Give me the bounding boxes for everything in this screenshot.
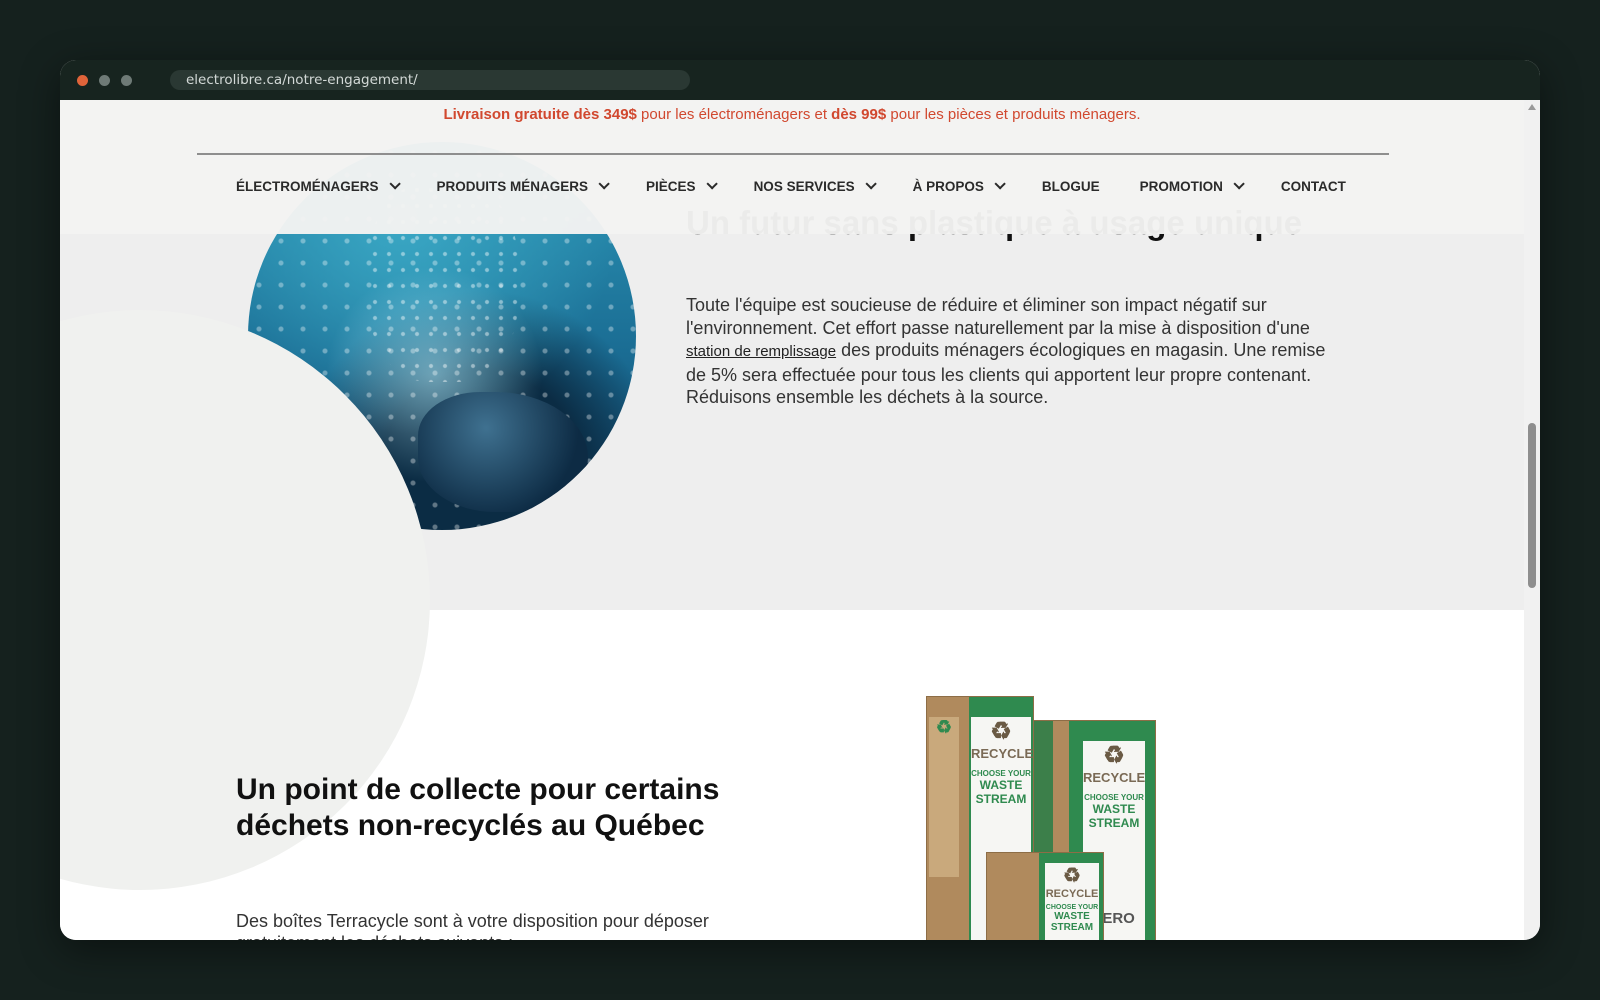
- box-side-panel: ♻: [929, 717, 959, 877]
- nav-item-produits-menagers[interactable]: PRODUITS MÉNAGERS: [436, 178, 610, 194]
- box-label-text: RECYCLE: [971, 746, 1034, 761]
- chevron-down-icon: [865, 178, 877, 190]
- vertical-scrollbar[interactable]: [1524, 100, 1540, 940]
- box-label-text: WASTE: [1092, 802, 1136, 816]
- chevron-down-icon: [598, 178, 610, 190]
- address-bar[interactable]: electrolibre.ca/notre-engagement/: [170, 70, 690, 90]
- chevron-down-icon: [388, 178, 401, 190]
- nav-item-label: À PROPOS: [912, 178, 984, 194]
- site-header: Livraison gratuite dès 349$ pour les éle…: [60, 100, 1524, 234]
- section-text-plastic: Toute l'équipe est soucieuse de réduire …: [686, 294, 1326, 409]
- recycle-box-small: ♻ RECYCLE CHOOSE YOUR WASTE STREAM: [986, 852, 1104, 940]
- recycle-icon: ♻: [935, 717, 953, 737]
- terracycle-boxes-image: ♻ RECYCLE CHOOSE YOUR WASTE STREAM ZERO …: [926, 696, 1186, 940]
- page-viewport: Un futur sans plastique à usage unique T…: [60, 100, 1524, 940]
- box-label-text: STREAM: [1088, 816, 1140, 830]
- promo-highlight: Livraison gratuite dès 349$: [443, 106, 637, 123]
- box-label-text: CHOOSE YOUR: [1084, 793, 1144, 802]
- text-part: Toute l'équipe est soucieuse de réduire …: [686, 295, 1310, 338]
- browser-chrome: electrolibre.ca/notre-engagement/: [60, 60, 1540, 100]
- nav-item-label: BLOGUE: [1041, 178, 1100, 194]
- chevron-down-icon: [706, 178, 718, 190]
- nav-item-label: NOS SERVICES: [753, 178, 855, 194]
- chevron-down-icon: [994, 178, 1006, 190]
- box-label-text: WASTE: [979, 778, 1023, 792]
- box-label-text: STREAM: [1050, 922, 1094, 933]
- box-label-text: CHOOSE YOUR: [971, 769, 1031, 778]
- shipping-promo-banner: Livraison gratuite dès 349$ pour les éle…: [60, 106, 1524, 123]
- nav-item-label: CONTACT: [1280, 178, 1346, 194]
- browser-window: electrolibre.ca/notre-engagement/ Un fut…: [60, 60, 1540, 940]
- box-label-text: CHOOSE YOUR: [1045, 904, 1099, 911]
- nav-item-label: PROMOTION: [1139, 178, 1223, 194]
- refill-station-link[interactable]: station de remplissage: [686, 343, 836, 360]
- box-label: ♻ RECYCLE CHOOSE YOUR WASTE STREAM: [1045, 863, 1099, 940]
- chevron-down-icon: [1233, 178, 1245, 190]
- scroll-up-arrow-icon[interactable]: [1528, 104, 1536, 110]
- minimize-window-button[interactable]: [99, 75, 110, 86]
- promo-text: pour les électroménagers et: [636, 106, 832, 123]
- nav-item-blogue[interactable]: BLOGUE: [1042, 179, 1100, 194]
- nav-item-contact[interactable]: CONTACT: [1281, 179, 1346, 194]
- nav-item-promotion[interactable]: PROMOTION: [1139, 178, 1245, 194]
- section-text-collection: Des boîtes Terracycle sont à votre dispo…: [236, 911, 709, 940]
- rock-graphic: [418, 392, 588, 512]
- nav-item-label: PRODUITS MÉNAGERS: [436, 178, 589, 194]
- promo-highlight: dès 99$: [831, 106, 887, 123]
- close-window-button[interactable]: [77, 75, 88, 86]
- nav-item-label: PIÈCES: [646, 178, 696, 194]
- nav-item-a-propos[interactable]: À PROPOS: [912, 178, 1006, 194]
- nav-divider: [197, 153, 1389, 155]
- box-label-text: RECYCLE: [1045, 888, 1099, 900]
- nav-item-label: ÉLECTROMÉNAGERS: [236, 178, 379, 194]
- recycle-icon: ♻: [1063, 865, 1081, 887]
- maximize-window-button[interactable]: [121, 75, 132, 86]
- main-nav: ÉLECTROMÉNAGERS PRODUITS MÉNAGERS PIÈCES…: [236, 175, 1346, 197]
- nav-item-nos-services[interactable]: NOS SERVICES: [753, 178, 877, 194]
- nav-item-pieces[interactable]: PIÈCES: [646, 178, 718, 194]
- box-label-text: RECYCLE: [1083, 770, 1146, 785]
- promo-text: pour les pièces et produits ménagers.: [886, 106, 1141, 123]
- recycle-icon: ♻: [990, 718, 1012, 745]
- recycle-icon: ♻: [1103, 742, 1125, 769]
- section-title-collection: Un point de collecte pour certains déche…: [236, 773, 720, 842]
- box-label-text: WASTE: [1054, 911, 1090, 922]
- scroll-thumb[interactable]: [1528, 423, 1536, 588]
- nav-item-electromenagers[interactable]: ÉLECTROMÉNAGERS: [236, 178, 401, 194]
- box-label-text: STREAM: [975, 792, 1027, 806]
